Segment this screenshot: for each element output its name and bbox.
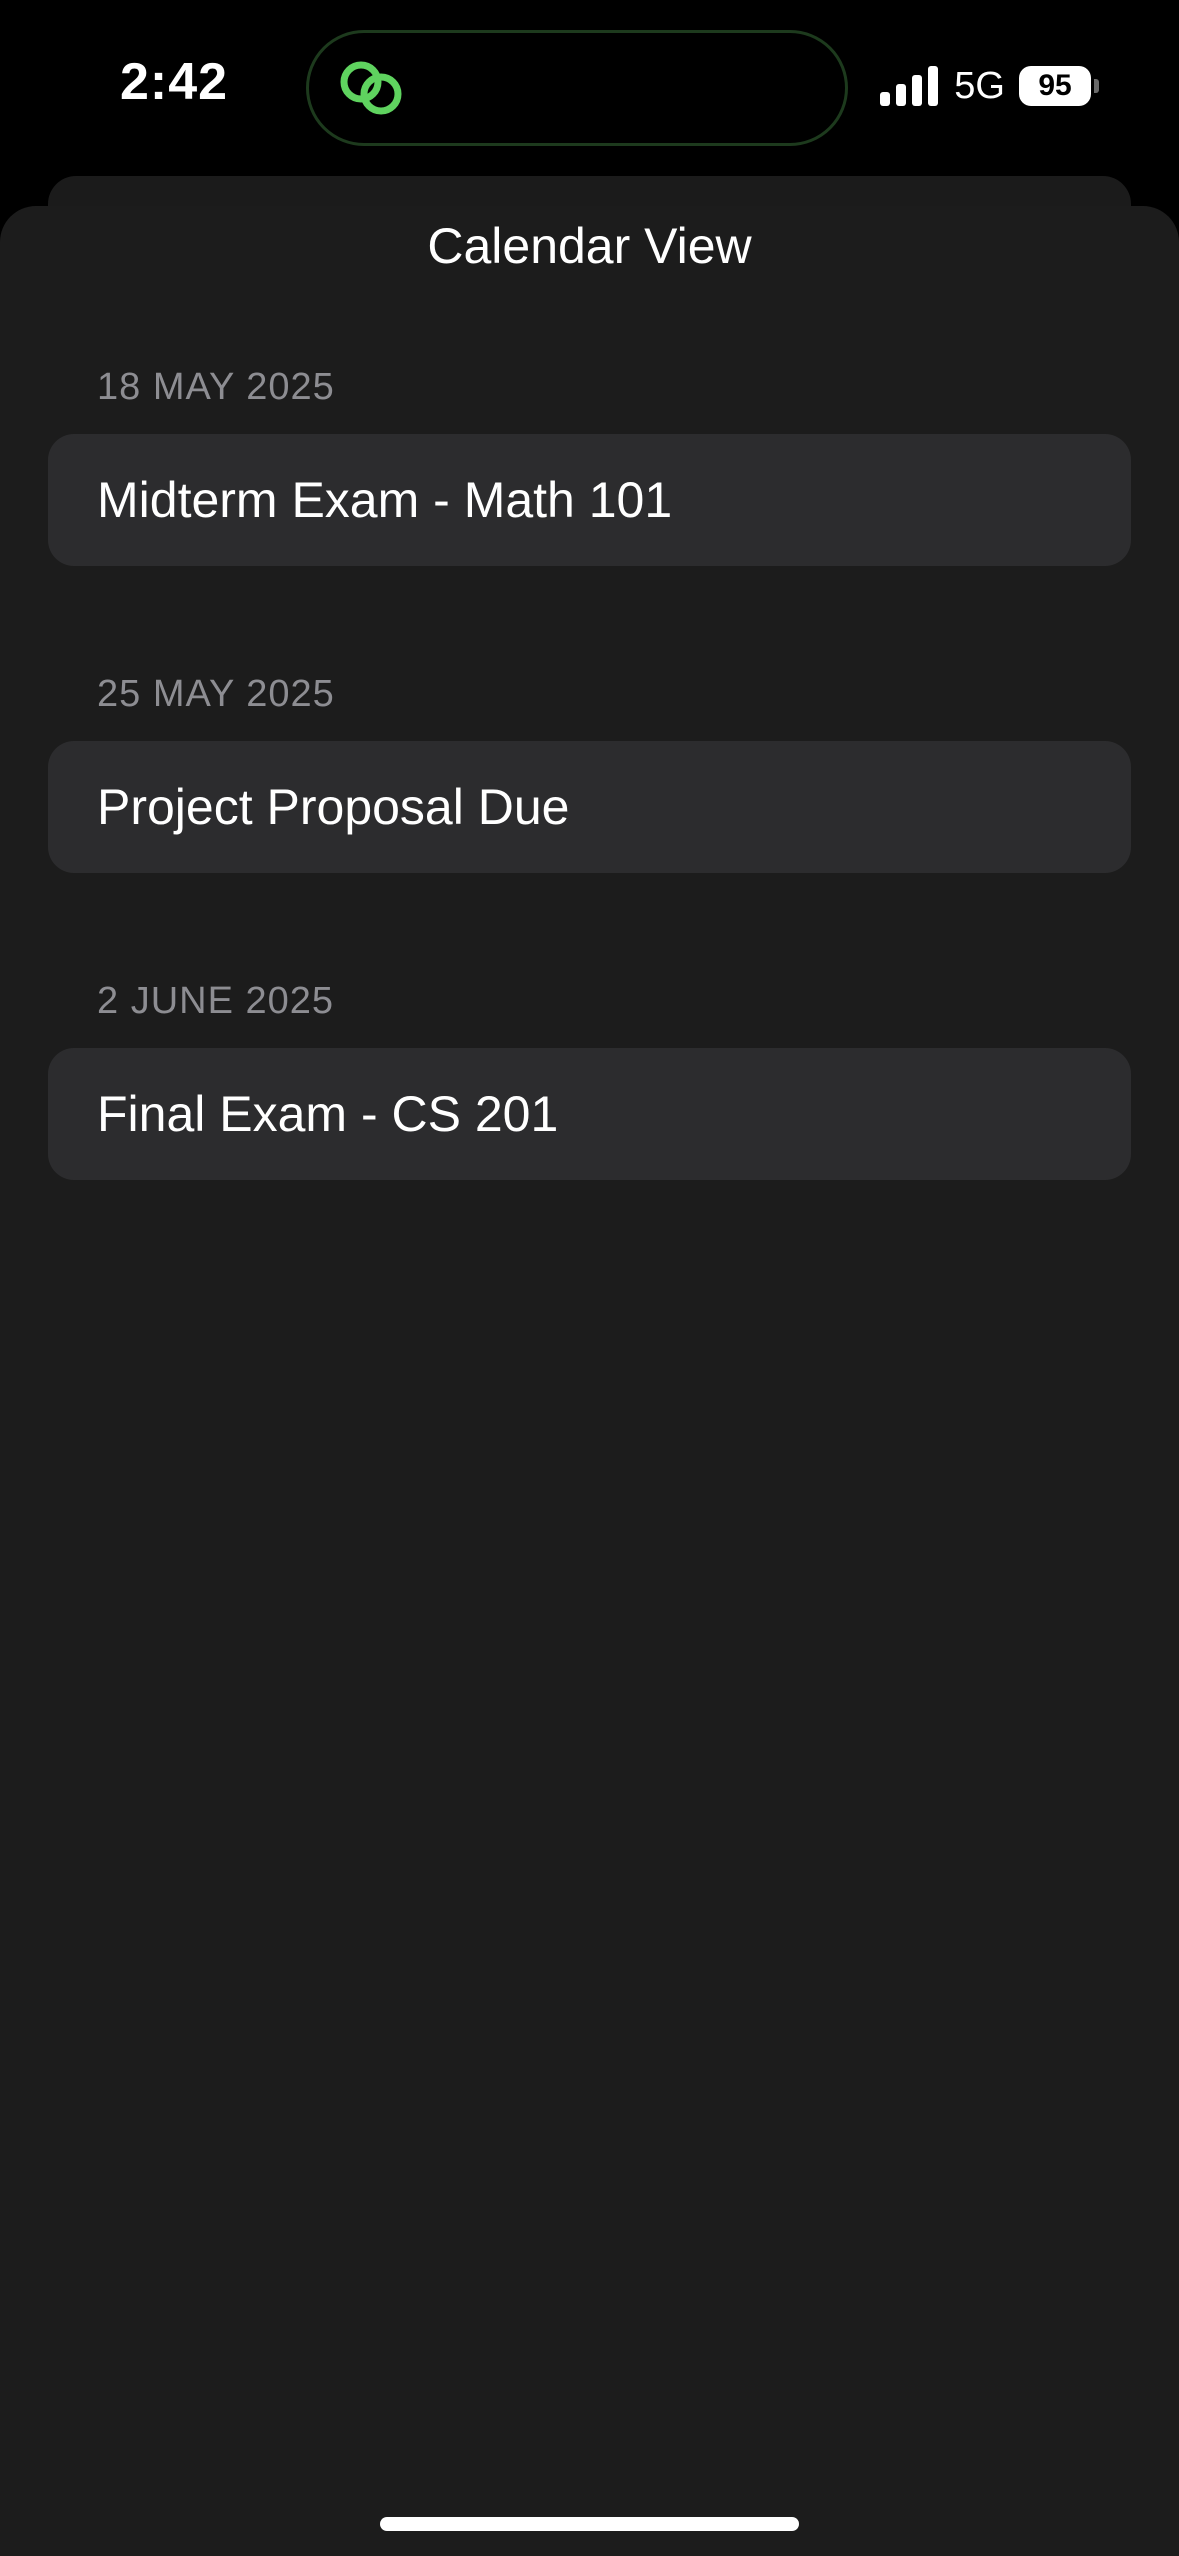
calendar-sheet: Calendar View 18 MAY 2025 Midterm Exam -…	[0, 206, 1179, 2556]
event-row[interactable]: Midterm Exam - Math 101	[48, 434, 1131, 566]
status-time: 2:42	[120, 53, 229, 111]
battery-tip	[1094, 79, 1099, 93]
section-date: 25 MAY 2025	[97, 673, 335, 715]
cellular-signal-icon	[880, 66, 939, 106]
section-date: 18 MAY 2025	[97, 366, 335, 408]
network-type: 5G	[954, 64, 1005, 107]
event-row[interactable]: Final Exam - CS 201	[48, 1048, 1131, 1180]
status-bar: 2:42 5G 95	[0, 0, 1179, 178]
battery-icon: 95	[1019, 66, 1099, 106]
section-date: 2 JUNE 2025	[97, 980, 335, 1022]
event-row[interactable]: Project Proposal Due	[48, 741, 1131, 873]
battery-level: 95	[1019, 66, 1091, 106]
status-indicators: 5G 95	[880, 60, 1099, 112]
sheet-title: Calendar View	[427, 218, 752, 274]
link-rings-icon	[340, 61, 402, 115]
home-indicator[interactable]	[380, 2517, 799, 2531]
dynamic-island[interactable]	[306, 30, 848, 146]
